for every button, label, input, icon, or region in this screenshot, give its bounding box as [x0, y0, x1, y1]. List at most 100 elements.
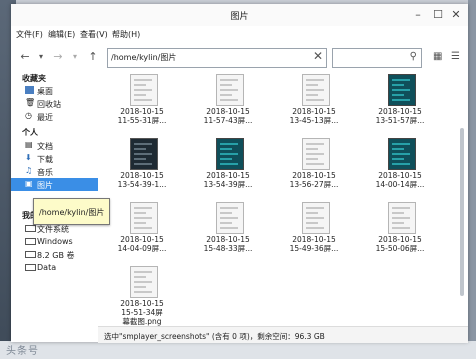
- thumbnail-line: [392, 163, 410, 165]
- file-name: 2018-10-15 15-48-33屏...: [198, 235, 258, 253]
- file-name: 2018-10-15 14-00-14屏...: [370, 171, 430, 189]
- file-item[interactable]: 2018-10-15 15-50-06屏...: [370, 202, 430, 262]
- thumbnail-line: [392, 207, 410, 209]
- sidebar-item-recent[interactable]: ◷ 最近: [11, 110, 98, 123]
- file-name-line: 2018-10-15: [120, 107, 164, 116]
- thumbnail-line: [220, 84, 232, 86]
- file-item[interactable]: 2018-10-15 13-54-39-1...: [112, 138, 172, 198]
- file-name-line: 2018-10-15: [120, 299, 164, 308]
- clear-path-icon[interactable]: ✕: [313, 49, 323, 63]
- document-icon: ▤: [25, 140, 33, 149]
- back-arrow-icon[interactable]: ←: [18, 49, 32, 65]
- search-input[interactable]: ⚲: [332, 48, 422, 68]
- forward-dropdown-icon[interactable]: ▾: [68, 49, 82, 65]
- file-name-line: 幕截图.png: [122, 317, 162, 326]
- sidebar-item-label: 最近: [37, 113, 53, 122]
- thumbnail-line: [134, 163, 152, 165]
- tooltip-text: /home/kylin/图片: [39, 208, 105, 217]
- up-arrow-icon[interactable]: ↑: [86, 49, 100, 65]
- sidebar-item-downloads[interactable]: ⬇ 下载: [11, 152, 98, 165]
- thumbnail-line: [134, 89, 152, 91]
- close-button[interactable]: ✕: [448, 7, 464, 23]
- thumbnail-line: [134, 291, 152, 293]
- icon-view-icon[interactable]: ▦: [433, 51, 442, 62]
- list-view-icon[interactable]: ☰: [451, 51, 460, 62]
- forward-arrow-icon[interactable]: →: [51, 49, 65, 65]
- search-icon[interactable]: ⚲: [410, 51, 417, 62]
- thumbnail-line: [392, 148, 404, 150]
- file-item[interactable]: 2018-10-15 13-54-39屏...: [198, 138, 258, 198]
- file-name-line: 2018-10-15: [120, 171, 164, 180]
- sidebar-item-label: Data: [37, 263, 57, 272]
- image-thumbnail-icon: [130, 202, 158, 234]
- file-name-line: 14-00-14屏...: [375, 180, 425, 189]
- drive-icon: [25, 225, 36, 232]
- sidebar-item-windows[interactable]: Windows: [11, 235, 98, 248]
- thumbnail-line: [306, 84, 318, 86]
- thumbnail-line: [220, 207, 238, 209]
- file-item[interactable]: 2018-10-15 11-57-43屏...: [198, 74, 258, 134]
- file-item[interactable]: 2018-10-15 13-56-27屏...: [284, 138, 344, 198]
- thumbnail-line: [134, 153, 152, 155]
- file-name-line: 11-57-43屏...: [203, 116, 253, 125]
- sidebar-item-volume[interactable]: 8.2 GB 卷: [11, 248, 98, 261]
- file-name-line: 13-54-39-1...: [117, 180, 167, 189]
- thumbnail-line: [306, 158, 318, 160]
- file-item[interactable]: 2018-10-15 11-55-31屏...: [112, 74, 172, 134]
- file-name-line: 13-45-13屏...: [289, 116, 339, 125]
- menu-view[interactable]: 查看(V): [80, 29, 108, 40]
- history-dropdown-icon[interactable]: ▾: [34, 49, 48, 65]
- file-name: 2018-10-15 14-04-09屏...: [112, 235, 172, 253]
- vertical-scrollbar[interactable]: [460, 128, 464, 296]
- thumbnail-line: [220, 143, 238, 145]
- file-item[interactable]: 2018-10-15 13-45-13屏...: [284, 74, 344, 134]
- menu-help[interactable]: 帮助(H): [112, 29, 140, 40]
- path-input[interactable]: /home/kylin/图片: [111, 52, 176, 63]
- thumbnail-line: [392, 94, 404, 96]
- file-item[interactable]: 2018-10-15 14-04-09屏...: [112, 202, 172, 262]
- thumbnail-line: [134, 84, 146, 86]
- thumbnail-line: [392, 99, 410, 101]
- file-name-line: 2018-10-15: [378, 235, 422, 244]
- sidebar-item-data[interactable]: Data: [11, 261, 98, 274]
- file-name: 2018-10-15 13-45-13屏...: [284, 107, 344, 125]
- file-item[interactable]: 2018-10-15 15-49-36屏...: [284, 202, 344, 262]
- sidebar-item-music[interactable]: ♫ 音乐: [11, 165, 98, 178]
- file-name-line: 2018-10-15: [206, 235, 250, 244]
- thumbnail-line: [392, 153, 410, 155]
- minimize-button[interactable]: –: [410, 7, 426, 23]
- sidebar-item-label: 桌面: [37, 87, 53, 96]
- sidebar-item-label: 8.2 GB 卷: [37, 251, 75, 260]
- menu-edit[interactable]: 编辑(E): [48, 29, 75, 40]
- thumbnail-line: [220, 153, 238, 155]
- thumbnail-line: [220, 163, 238, 165]
- file-name-line: 2018-10-15: [120, 235, 164, 244]
- thumbnail-line: [220, 158, 232, 160]
- thumbnail-line: [306, 143, 324, 145]
- thumbnail-line: [134, 271, 152, 273]
- file-name-line: 15-50-06屏...: [375, 244, 425, 253]
- thumbnail-line: [306, 163, 324, 165]
- sidebar-item-label: 下载: [37, 155, 53, 164]
- file-item[interactable]: 2018-10-15 15-48-33屏...: [198, 202, 258, 262]
- file-item[interactable]: 2018-10-15 14-00-14屏...: [370, 138, 430, 198]
- sidebar-item-documents[interactable]: ▤ 文档: [11, 139, 98, 152]
- drive-icon: [25, 264, 36, 271]
- thumbnail-line: [306, 148, 318, 150]
- sidebar-item-trash[interactable]: 🗑 回收站: [11, 97, 98, 110]
- image-thumbnail-icon: [302, 74, 330, 106]
- file-name-line: 2018-10-15: [292, 107, 336, 116]
- thumbnail-line: [220, 99, 238, 101]
- thumbnail-line: [392, 143, 410, 145]
- image-thumbnail-icon: [388, 74, 416, 106]
- sidebar-item-pictures[interactable]: ▣ 图片: [11, 178, 98, 191]
- file-item[interactable]: 2018-10-15 13-51-57屏...: [370, 74, 430, 134]
- thumbnail-line: [306, 79, 324, 81]
- file-item[interactable]: 2018-10-15 15-51-34屏 幕截图.png: [112, 266, 172, 326]
- menu-file[interactable]: 文件(F): [16, 29, 43, 40]
- thumbnail-line: [392, 222, 404, 224]
- desktop-bottom: [0, 341, 476, 359]
- maximize-button[interactable]: ☐: [430, 7, 446, 23]
- path-bar[interactable]: /home/kylin/图片 ✕: [107, 48, 327, 68]
- sidebar-item-desktop[interactable]: 桌面: [11, 84, 98, 97]
